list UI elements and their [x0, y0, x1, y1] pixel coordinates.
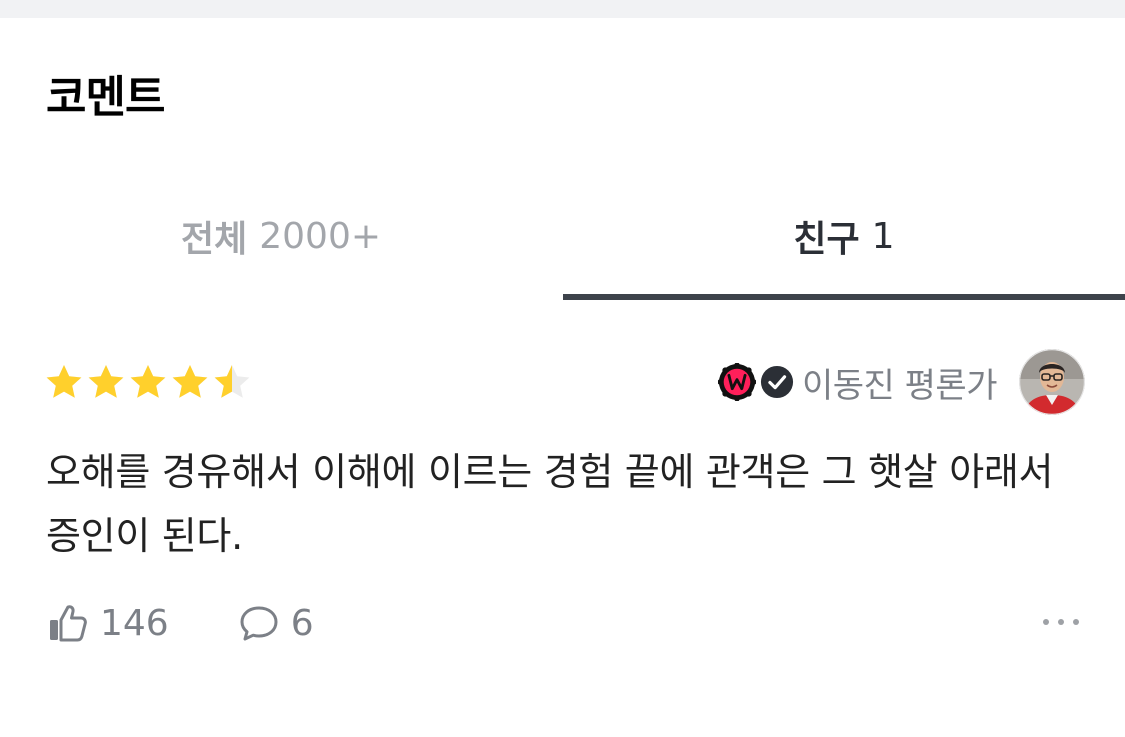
like-button[interactable]: 146 — [46, 601, 169, 645]
more-options-button[interactable] — [1043, 608, 1079, 636]
avatar[interactable] — [1019, 349, 1085, 415]
star-rating — [44, 362, 254, 402]
top-strip — [0, 0, 1125, 18]
section-title: 코멘트 — [46, 72, 165, 123]
active-tab-indicator — [563, 294, 1125, 300]
reply-button[interactable]: 6 — [237, 601, 314, 645]
tab-friends-count: 1 — [871, 215, 895, 257]
tab-all-label: 전체 — [180, 219, 248, 260]
star-icon — [88, 365, 124, 398]
more-dots-icon — [1073, 619, 1079, 625]
tab-all-count: 2000+ — [259, 215, 382, 257]
tab-all[interactable]: 전체 2000+ — [0, 190, 562, 300]
star-icon — [46, 365, 82, 398]
w-badge-icon — [718, 363, 756, 401]
comment-tabs: 전체 2000+ 친구 1 — [0, 190, 1125, 300]
reply-count: 6 — [290, 602, 314, 644]
star-icon — [214, 365, 250, 398]
tab-friends-label: 친구 — [793, 219, 860, 260]
verified-check-icon — [760, 365, 794, 399]
star-icon — [172, 365, 208, 398]
speech-bubble-icon — [240, 606, 278, 641]
comment-actions: 146 6 — [46, 598, 314, 648]
more-dots-icon — [1058, 619, 1064, 625]
more-dots-icon — [1043, 619, 1049, 625]
like-count: 146 — [100, 602, 169, 644]
tab-friends[interactable]: 친구 1 — [563, 190, 1125, 300]
comment-author[interactable]: 이동진 평론가 — [718, 348, 1085, 416]
star-icon — [130, 365, 166, 398]
author-name: 이동진 평론가 — [802, 365, 998, 406]
thumbs-up-icon — [50, 605, 87, 642]
comment-text: 오해를 경유해서 이해에 이르는 경험 끝에 관객은 그 햇살 아래서 증인이 … — [46, 450, 1054, 558]
